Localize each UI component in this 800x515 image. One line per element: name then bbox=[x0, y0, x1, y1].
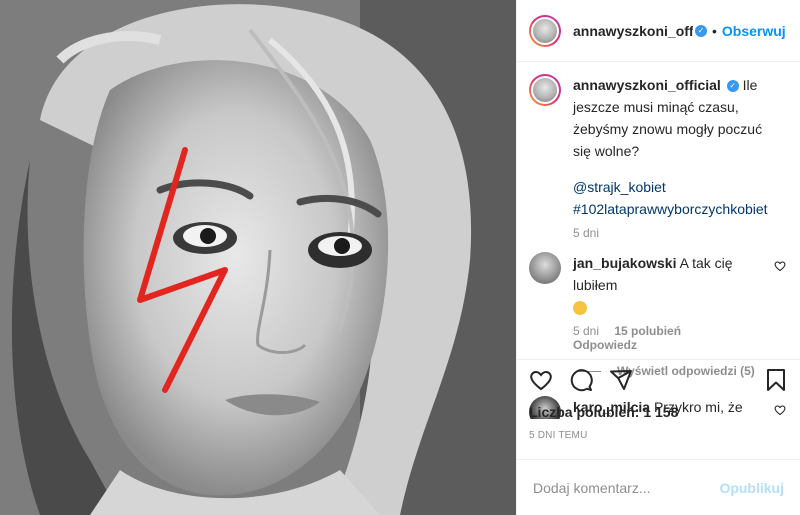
publish-button[interactable]: Opublikuj bbox=[719, 480, 784, 496]
heart-icon[interactable] bbox=[529, 368, 553, 392]
bookmark-icon[interactable] bbox=[764, 368, 788, 392]
post-side-panel: annawyszkoni_officia ✓ • Obserwuj annawy… bbox=[516, 0, 800, 515]
comment-composer: Opublikuj bbox=[517, 459, 800, 515]
mention-link[interactable]: @strajk_kobiet bbox=[573, 176, 768, 198]
comment-likes[interactable]: 15 polubień bbox=[614, 324, 681, 338]
share-icon[interactable] bbox=[609, 368, 633, 392]
comment-icon[interactable] bbox=[569, 368, 593, 392]
comment-input[interactable] bbox=[533, 479, 720, 496]
caption: annawyszkoni_official ✓ Ile jeszcze musi… bbox=[529, 74, 786, 240]
comment-avatar[interactable] bbox=[529, 252, 561, 284]
comment-item: jan_bujakowski A tak cię lubiłem 5 dni 1… bbox=[529, 252, 786, 352]
thinking-face-emoji bbox=[573, 301, 587, 316]
follow-button[interactable]: Obserwuj bbox=[722, 23, 786, 39]
post-date[interactable]: 5 DNI TEMU bbox=[529, 430, 788, 441]
comment-username[interactable]: jan_bujakowski bbox=[573, 255, 676, 271]
author-avatar[interactable] bbox=[529, 14, 561, 47]
verified-badge-icon: ✓ bbox=[726, 80, 739, 93]
caption-username[interactable]: annawyszkoni_official bbox=[573, 77, 721, 93]
comment-time[interactable]: 5 dni bbox=[573, 324, 599, 338]
post-actions: Liczba polubień: 1 158 5 DNI TEMU bbox=[517, 359, 800, 455]
likes-count[interactable]: Liczba polubień: 1 158 bbox=[529, 404, 788, 420]
author-username[interactable]: annawyszkoni_officia bbox=[573, 23, 693, 39]
hashtag-link[interactable]: #102lataprawwyborczychkobiet bbox=[573, 198, 768, 220]
comment-heart-icon[interactable] bbox=[774, 260, 786, 272]
verified-badge-icon: ✓ bbox=[695, 24, 707, 37]
caption-avatar[interactable] bbox=[529, 74, 561, 106]
reply-button[interactable]: Odpowiedz bbox=[573, 338, 637, 352]
photo-illustration bbox=[0, 0, 516, 515]
post-header: annawyszkoni_officia ✓ • Obserwuj bbox=[517, 0, 800, 62]
post-photo[interactable] bbox=[0, 0, 516, 515]
separator-dot: • bbox=[712, 22, 717, 39]
caption-time[interactable]: 5 dni bbox=[573, 226, 599, 240]
post-modal: annawyszkoni_officia ✓ • Obserwuj annawy… bbox=[0, 0, 800, 515]
